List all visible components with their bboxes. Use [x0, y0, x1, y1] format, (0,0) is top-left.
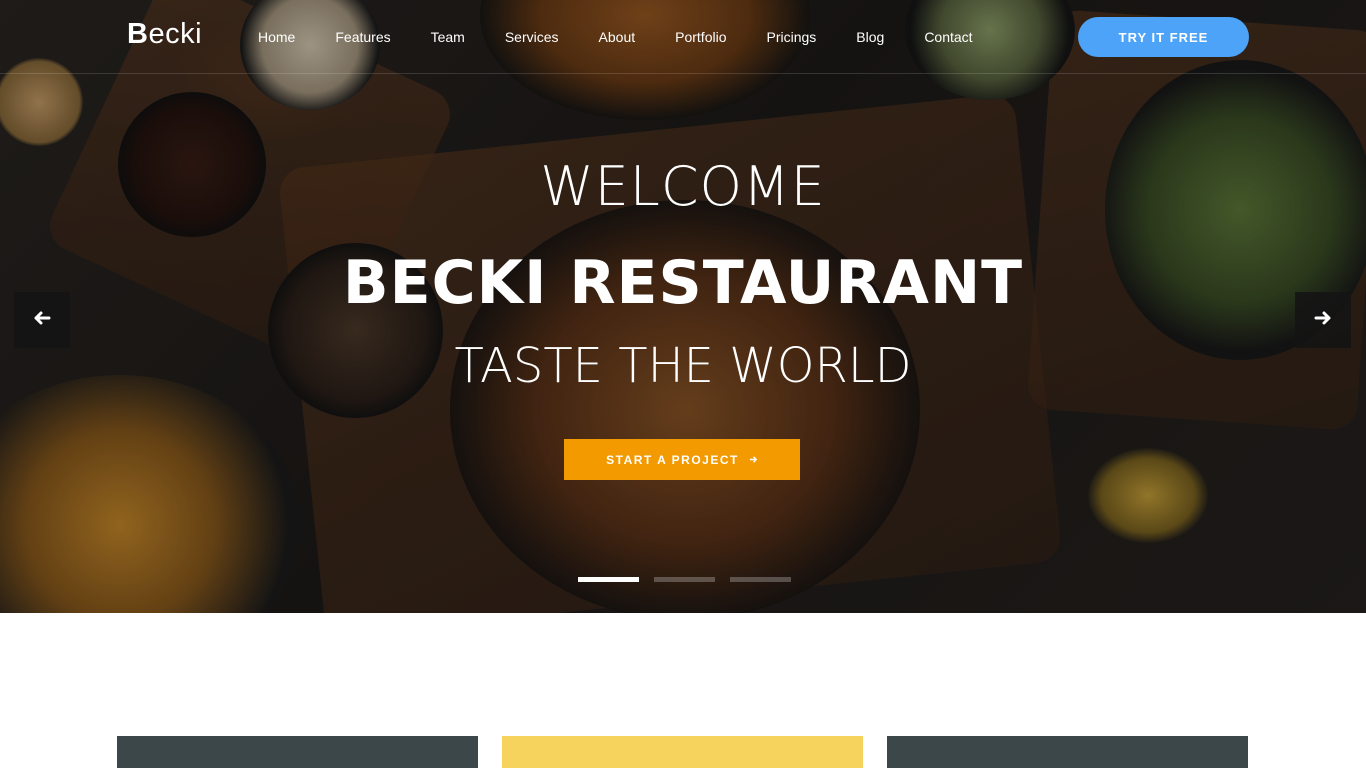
nav-link-features[interactable]: Features: [317, 29, 408, 45]
nav-link-portfolio[interactable]: Portfolio: [657, 29, 744, 45]
slide-indicator[interactable]: [730, 577, 791, 582]
try-it-free-button[interactable]: TRY IT FREE: [1078, 17, 1249, 57]
nav-link-pricings[interactable]: Pricings: [748, 29, 834, 45]
nav-link-blog[interactable]: Blog: [838, 29, 902, 45]
arrow-right-icon: [749, 453, 758, 467]
logo[interactable]: Becki: [127, 18, 202, 51]
nav-link-services[interactable]: Services: [487, 29, 577, 45]
logo-first-letter: B: [127, 18, 149, 50]
feature-card: [117, 736, 478, 768]
feature-cards: [0, 736, 1366, 768]
nav-links: Home Features Team Services About Portfo…: [240, 0, 995, 73]
hero-tagline: TASTE THE WORLD: [454, 338, 912, 394]
hero-slider: WELCOME BECKI RESTAURANT TASTE THE WORLD…: [0, 0, 1366, 613]
slide-indicator[interactable]: [578, 577, 639, 582]
hero-welcome: WELCOME: [540, 155, 826, 218]
logo-rest: ecki: [148, 18, 203, 50]
arrow-right-icon: [1314, 309, 1332, 332]
nav-link-contact[interactable]: Contact: [906, 29, 990, 45]
start-project-label: START A PROJECT: [606, 452, 739, 467]
slide-indicator[interactable]: [654, 577, 715, 582]
feature-card: [502, 736, 863, 768]
slider-prev-button[interactable]: [14, 292, 70, 348]
arrow-left-icon: [33, 309, 51, 332]
start-project-button[interactable]: START A PROJECT: [564, 439, 800, 480]
nav-link-about[interactable]: About: [581, 29, 654, 45]
top-navbar: Becki Home Features Team Services About …: [0, 0, 1366, 74]
slider-indicators: [578, 577, 791, 582]
nav-link-team[interactable]: Team: [413, 29, 483, 45]
nav-link-home[interactable]: Home: [240, 29, 313, 45]
hero-title: BECKI RESTAURANT: [342, 248, 1024, 318]
feature-card: [887, 736, 1248, 768]
slider-next-button[interactable]: [1295, 292, 1351, 348]
